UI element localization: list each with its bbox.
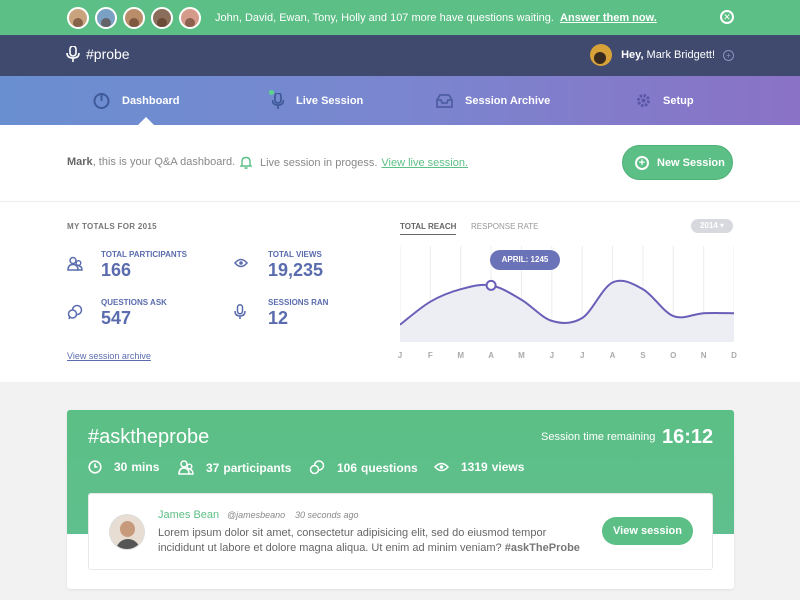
month-tick-label: J xyxy=(549,351,555,360)
avatar[interactable] xyxy=(67,6,89,29)
inbox-icon xyxy=(436,93,453,108)
mic-icon xyxy=(234,304,246,319)
close-icon[interactable]: ✕ xyxy=(720,10,734,24)
avatar[interactable] xyxy=(95,6,117,29)
month-tick-label: D xyxy=(731,351,737,360)
eye-icon xyxy=(434,462,449,472)
app-name: #probe xyxy=(86,46,130,62)
chart-tooltip: APRIL: 1245 xyxy=(490,250,560,270)
participants-icon xyxy=(178,460,194,475)
session-questions: 106 questions xyxy=(309,460,422,475)
questions-icon xyxy=(67,304,83,320)
notification-text: John, David, Ewan, Tony, Holly and 107 m… xyxy=(215,11,657,24)
tab-response-rate[interactable]: RESPONSE RATE xyxy=(471,222,538,231)
month-tick-label: A xyxy=(488,351,494,360)
session-duration: 30 mins xyxy=(88,460,163,474)
active-tab-indicator xyxy=(138,117,154,125)
month-axis: JFMAMJJASOND xyxy=(397,351,737,363)
month-tick-label: N xyxy=(700,351,707,360)
question-timestamp: 30 seconds ago xyxy=(295,510,359,520)
chart-highlight-point[interactable] xyxy=(485,279,497,291)
live-status: Live session in progess. View live sessi… xyxy=(240,156,468,169)
tab-label: Setup xyxy=(663,94,694,107)
time-remaining-label: Session time remaining xyxy=(541,431,656,443)
greeting: Hey, xyxy=(621,49,644,61)
avatar[interactable] xyxy=(179,6,201,29)
session-hashtag: #asktheprobe xyxy=(88,426,210,448)
totals-title: MY TOTALS FOR 2015 xyxy=(67,222,157,231)
question-tag: #askTheProbe xyxy=(504,542,580,554)
month-tick-label: M xyxy=(457,351,465,360)
user-avatar xyxy=(590,44,613,66)
avatar[interactable] xyxy=(151,6,173,29)
tab-session-archive[interactable]: Session Archive xyxy=(436,76,550,125)
question-author-handle: @jamesbeano xyxy=(227,510,286,520)
gear-icon xyxy=(637,94,650,107)
clock-icon xyxy=(88,460,102,474)
user-menu[interactable]: Hey, Mark Bridgett! + xyxy=(590,44,734,66)
participants-icon xyxy=(67,256,83,271)
month-tick-label: J xyxy=(397,351,403,360)
plus-icon: + xyxy=(635,155,649,170)
new-session-button[interactable]: + New Session xyxy=(622,145,733,180)
live-indicator xyxy=(269,90,274,95)
gauge-icon xyxy=(93,93,110,109)
question-author-name[interactable]: James Bean xyxy=(158,509,219,521)
view-session-button[interactable]: View session xyxy=(602,517,693,545)
bell-icon xyxy=(240,156,252,169)
month-tick-label: A xyxy=(609,351,616,360)
month-tick-label: S xyxy=(640,351,646,360)
chart-area xyxy=(400,280,734,342)
notification-bar: John, David, Ewan, Tony, Holly and 107 m… xyxy=(0,0,800,35)
welcome-text: Mark, this is your Q&A dashboard. xyxy=(67,156,236,168)
tab-label: Dashboard xyxy=(122,94,180,107)
tab-label: Live Session xyxy=(296,94,364,107)
user-dropdown-icon[interactable]: + xyxy=(723,49,734,61)
mic-icon xyxy=(272,92,284,109)
mic-icon xyxy=(66,46,80,62)
answer-them-link[interactable]: Answer them now. xyxy=(560,12,657,24)
waiting-avatars xyxy=(67,6,201,29)
tab-label: Session Archive xyxy=(465,94,551,107)
app-logo[interactable]: #probe xyxy=(66,46,130,62)
month-tick-label: J xyxy=(579,351,585,360)
tab-total-reach[interactable]: TOTAL REACH xyxy=(400,222,457,235)
month-tick-label: O xyxy=(670,351,677,360)
question-item: James Bean @jamesbeano 30 seconds ago Lo… xyxy=(88,493,713,570)
questions-icon xyxy=(309,460,325,475)
reach-chart xyxy=(400,246,734,342)
question-body: Lorem ipsum dolor sit amet, consectetur … xyxy=(158,527,580,554)
user-name: Mark Bridgett! xyxy=(646,49,715,61)
eye-icon xyxy=(234,258,248,268)
session-views: 1319 views xyxy=(434,460,528,474)
main-nav: Dashboard Live Session Session Archive S… xyxy=(0,76,800,125)
app-header: #probe Hey, Mark Bridgett! + xyxy=(0,35,800,76)
avatar[interactable] xyxy=(123,6,145,29)
month-tick-label: F xyxy=(427,351,433,360)
month-tick-label: M xyxy=(518,351,525,360)
time-remaining-value: 16:12 xyxy=(662,426,714,448)
tab-dashboard[interactable]: Dashboard xyxy=(93,76,179,125)
tab-live-session[interactable]: Live Session xyxy=(269,76,364,125)
session-participants: 37 participants xyxy=(178,460,295,475)
question-author-avatar xyxy=(109,514,145,550)
welcome-name: Mark xyxy=(67,156,93,168)
view-archive-link[interactable]: View session archive xyxy=(67,351,151,361)
tab-setup[interactable]: Setup xyxy=(636,76,694,125)
view-live-session-link[interactable]: View live session. xyxy=(381,157,468,169)
year-selector[interactable]: 2014 ▾ xyxy=(691,219,733,233)
